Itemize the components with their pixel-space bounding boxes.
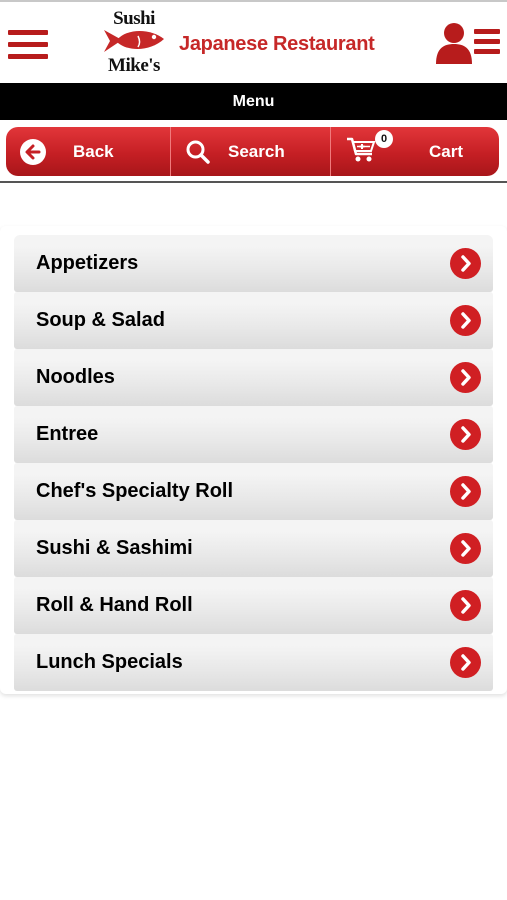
- restaurant-logo[interactable]: Sushi Mike's: [98, 8, 170, 78]
- menu-item-appetizers[interactable]: Appetizers: [14, 235, 493, 292]
- chevron-right-circle-icon: [450, 590, 481, 621]
- menu-item-label: Noodles: [36, 366, 115, 388]
- fish-logo-icon: [104, 30, 164, 52]
- menu-item-lunch-specials[interactable]: Lunch Specials: [14, 634, 493, 691]
- menu-item-label: Appetizers: [36, 252, 139, 274]
- logo-text-bottom: Mike's: [108, 55, 160, 76]
- restaurant-title: Japanese Restaurant: [179, 33, 375, 55]
- menu-item-label: Lunch Specials: [36, 651, 183, 673]
- menu-item-entree[interactable]: Entree: [14, 406, 493, 463]
- hamburger-menu-icon[interactable]: [8, 30, 48, 64]
- chevron-right-circle-icon: [450, 419, 481, 450]
- menu-item-label: Roll & Hand Roll: [36, 594, 193, 616]
- arrow-left-circle-icon: [20, 139, 46, 165]
- cart-count-badge: 0: [375, 130, 393, 148]
- menu-item-soup-salad[interactable]: Soup & Salad: [14, 292, 493, 349]
- menu-item-roll-hand-roll[interactable]: Roll & Hand Roll: [14, 577, 493, 634]
- menu-item-label: Sushi & Sashimi: [36, 537, 193, 559]
- cart-button[interactable]: 0 Cart: [330, 127, 499, 176]
- menu-item-noodles[interactable]: Noodles: [14, 349, 493, 406]
- menu-category-list: Appetizers Soup & Salad Noodles Entree C…: [0, 226, 507, 694]
- cart-button-label: Cart: [429, 142, 464, 161]
- back-button[interactable]: Back: [6, 127, 170, 176]
- menu-item-sushi-sashimi[interactable]: Sushi & Sashimi: [14, 520, 493, 577]
- menu-item-label: Soup & Salad: [36, 309, 165, 331]
- search-button[interactable]: Search: [170, 127, 330, 176]
- cart-add-icon: [347, 137, 376, 162]
- chevron-right-circle-icon: [450, 533, 481, 564]
- menu-bar-title: Menu: [232, 93, 275, 110]
- chevron-right-circle-icon: [450, 248, 481, 279]
- chevron-right-circle-icon: [450, 305, 481, 336]
- search-icon: [186, 140, 210, 164]
- chevron-right-circle-icon: [450, 476, 481, 507]
- search-button-label: Search: [228, 142, 285, 161]
- chevron-right-circle-icon: [450, 647, 481, 678]
- menu-item-label: Entree: [36, 423, 99, 445]
- action-toolbar: Back Search 0 Cart: [6, 127, 499, 176]
- app-header: Sushi Mike's Japanese Restaurant: [0, 0, 507, 83]
- user-list-icon[interactable]: [434, 22, 502, 66]
- menu-item-chefs-specialty-roll[interactable]: Chef's Specialty Roll: [14, 463, 493, 520]
- chevron-right-circle-icon: [450, 362, 481, 393]
- menu-item-label: Chef's Specialty Roll: [36, 480, 234, 502]
- header-divider: [0, 181, 507, 183]
- back-button-label: Back: [73, 142, 114, 161]
- menu-title-bar: Menu: [0, 83, 507, 120]
